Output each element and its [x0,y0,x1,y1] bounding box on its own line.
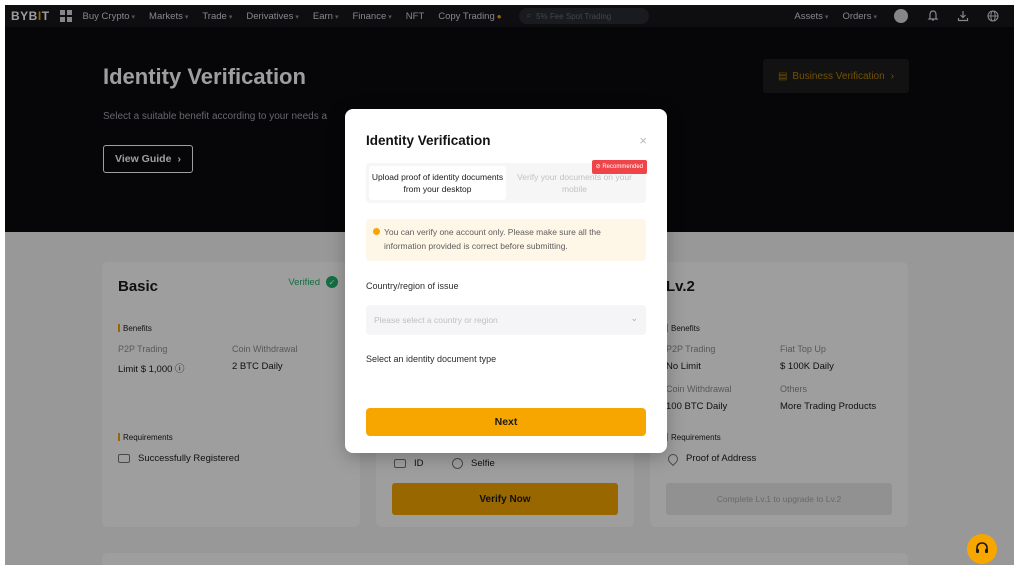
identity-verification-modal: Identity Verification × Upload proof of … [345,109,667,453]
tab-desktop-upload[interactable]: Upload proof of identity documents from … [369,166,506,200]
tab-mobile-verify[interactable]: Verify your documents on your mobile ⊘ R… [506,160,647,200]
country-select[interactable]: Please select a country or region ⌄ [366,305,646,335]
app-frame: BYBIT Buy Crypto ▾ Markets ▾ Trade ▾ Deriva… [5,5,1014,565]
select-placeholder: Please select a country or region [374,315,498,325]
tab-label: Verify your documents on your mobile [517,172,632,194]
warning-icon [373,228,380,235]
notice-banner: You can verify one account only. Please … [366,219,646,261]
verification-method-tabs: Upload proof of identity documents from … [366,160,647,203]
info-icon: ⊘ [595,164,601,170]
chevron-down-icon: ⌄ [630,313,638,323]
country-label: Country/region of issue [366,281,459,291]
document-type-label: Select an identity document type [366,354,497,364]
notice-text: You can verify one account only. Please … [384,227,601,251]
next-button[interactable]: Next [366,408,646,436]
recommended-badge: ⊘ Recommended [591,160,647,174]
modal-title: Identity Verification [366,133,491,148]
close-icon[interactable]: × [639,133,647,148]
badge-label: Recommended [602,164,643,170]
support-headset-icon[interactable] [967,534,997,564]
